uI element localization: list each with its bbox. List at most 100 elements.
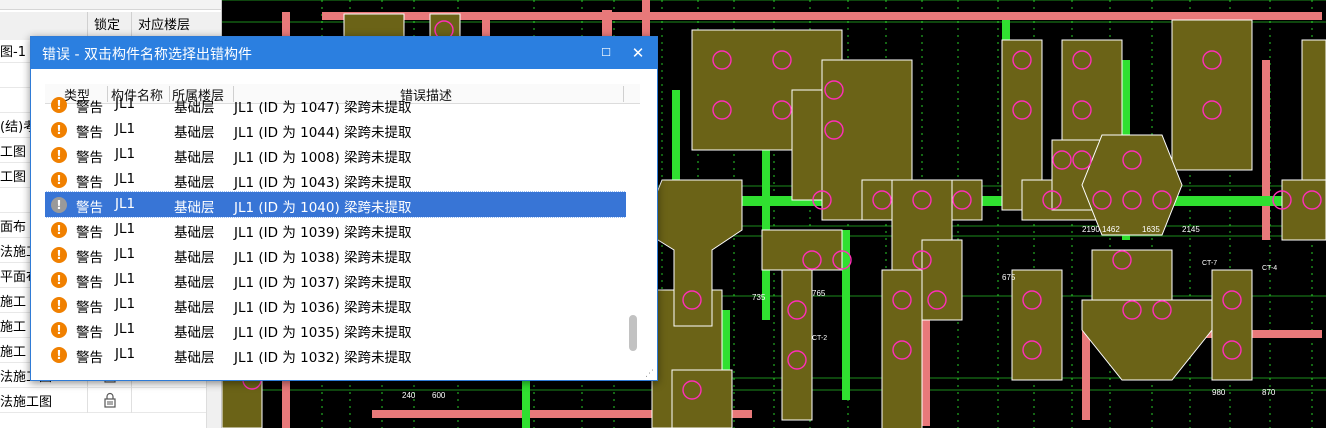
layer-name: 工图 (0, 145, 27, 160)
component-name: JL1 (115, 171, 136, 187)
error-type: 警告 (76, 125, 103, 141)
dialog-title: 错误 - 双击构件名称选择出错构件 (42, 47, 252, 63)
resize-grip[interactable]: ⋰ (645, 369, 655, 379)
error-list[interactable]: 类型 构件名称 所属楼层 错误描述 ! 警告 JL1 基础层 JL1 (ID 为 104… (45, 84, 640, 369)
error-description: JL1 (ID 为 1037) 梁跨未提取 (234, 275, 412, 291)
dimension-label: 1635 (1142, 225, 1160, 234)
footing (1081, 299, 1213, 381)
footing (1081, 134, 1183, 236)
warning-icon: ! (51, 97, 67, 113)
dimension-label: 2190 (1082, 225, 1100, 234)
floor-name: 基础层 (174, 350, 215, 366)
dimension-label: 870 (1262, 388, 1276, 397)
floor-name: 基础层 (174, 225, 215, 241)
error-type: 警告 (76, 175, 103, 191)
error-type: 警告 (76, 275, 103, 291)
error-type: 警告 (76, 200, 103, 216)
warning-icon: ! (51, 322, 67, 338)
error-type: 警告 (76, 250, 103, 266)
floor-name: 基础层 (174, 100, 215, 116)
warning-icon: ! (51, 222, 67, 238)
column-divider (87, 388, 88, 413)
component-name: JL1 (115, 146, 136, 162)
warning-icon: ! (51, 347, 67, 363)
error-row[interactable]: ! 警告 JL1 基础层 JL1 (ID 为 1047) 梁跨未提取 (45, 92, 626, 117)
error-list-scrollbar[interactable] (626, 104, 640, 369)
footing-label: CT-7 (1202, 260, 1217, 267)
footing (761, 229, 843, 271)
footing (791, 89, 823, 201)
error-row[interactable]: ! 警告 JL1 基础层 JL1 (ID 为 1043) 梁跨未提取 (45, 167, 626, 192)
error-row[interactable]: ! 警告 JL1 基础层 JL1 (ID 为 1032) 梁跨未提取 (45, 342, 626, 367)
maximize-button[interactable]: ☐ (595, 42, 617, 64)
warning-icon: ! (51, 147, 67, 163)
column-divider (131, 388, 132, 413)
error-description: JL1 (ID 为 1035) 梁跨未提取 (234, 325, 412, 341)
beam-pink (322, 12, 1322, 20)
error-type: 警告 (76, 300, 103, 316)
floor-name: 基础层 (174, 275, 215, 291)
error-type: 警告 (76, 100, 103, 116)
dialog-title-bar[interactable]: 错误 - 双击构件名称选择出错构件 ☐ ✕ (31, 37, 657, 69)
error-row[interactable]: ! 警告 JL1 基础层 JL1 (ID 为 1044) 梁跨未提取 (45, 117, 626, 142)
dimension-label: 675 (1002, 273, 1016, 282)
warning-icon: ! (51, 297, 67, 313)
error-row[interactable]: ! 警告 JL1 基础层 JL1 (ID 为 1039) 梁跨未提取 (45, 217, 626, 242)
floor-name: 基础层 (174, 175, 215, 191)
layer-name: 施工 (0, 345, 27, 360)
error-description: JL1 (ID 为 1047) 梁跨未提取 (234, 100, 412, 116)
error-dialog: 错误 - 双击构件名称选择出错构件 ☐ ✕ 类型 构件名称 所属楼层 错误描述 … (30, 36, 658, 381)
warning-icon: ! (51, 247, 67, 263)
footing (1171, 19, 1253, 171)
error-row[interactable]: ! 警告 JL1 基础层 JL1 (ID 为 1037) 梁跨未提取 (45, 267, 626, 292)
floor-name: 基础层 (174, 325, 215, 341)
error-description: JL1 (ID 为 1032) 梁跨未提取 (234, 350, 412, 366)
layer-name: 施工 (0, 320, 27, 335)
dimension-label: 980 (1212, 388, 1226, 397)
footing-label: CT-2 (812, 335, 827, 342)
dimension-label: 765 (812, 289, 826, 298)
error-description: JL1 (ID 为 1036) 梁跨未提取 (234, 300, 412, 316)
layer-name: 工图 (0, 170, 27, 185)
footing (1011, 269, 1063, 381)
error-row[interactable]: ! 警告 JL1 基础层 JL1 (ID 为 1008) 梁跨未提取 (45, 142, 626, 167)
layer-name: 法施工图 (0, 395, 53, 410)
error-type: 警告 (76, 325, 103, 341)
dimension-label: 1462 (1102, 225, 1120, 234)
component-name: JL1 (115, 221, 136, 237)
beam-pink (1082, 330, 1090, 420)
dimension-label: 600 (432, 391, 446, 400)
footing (881, 269, 923, 428)
error-row[interactable]: ! 警告 JL1 基础层 JL1 (ID 为 1035) 梁跨未提取 (45, 317, 626, 342)
component-name: JL1 (115, 271, 136, 287)
footing (781, 269, 813, 421)
beam-green (842, 230, 850, 400)
floor-name: 基础层 (174, 250, 215, 266)
error-type: 警告 (76, 150, 103, 166)
layer-name: 施工 (0, 295, 27, 310)
panel-toolbar (0, 0, 221, 10)
floor-name: 基础层 (174, 125, 215, 141)
error-type: 警告 (76, 350, 103, 366)
dimension-label: 240 (402, 391, 416, 400)
error-description: JL1 (ID 为 1008) 梁跨未提取 (234, 150, 412, 166)
layer-name: 面布 (0, 220, 27, 235)
scrollbar-thumb[interactable] (629, 315, 637, 351)
close-button[interactable]: ✕ (627, 42, 649, 64)
component-name: JL1 (115, 321, 136, 337)
error-description: JL1 (ID 为 1039) 梁跨未提取 (234, 225, 412, 241)
error-row[interactable]: ! 警告 JL1 基础层 JL1 (ID 为 1038) 梁跨未提取 (45, 242, 626, 267)
lock-icon[interactable] (102, 392, 118, 408)
floor-name: 基础层 (174, 150, 215, 166)
dimension-label: 735 (752, 293, 766, 302)
error-type: 警告 (76, 225, 103, 241)
dimension-label: 2145 (1182, 225, 1200, 234)
error-row[interactable]: ! 警告 JL1 基础层 JL1 (ID 为 1036) 梁跨未提取 (45, 292, 626, 317)
error-row-selected[interactable]: ! 警告 JL1 基础层 JL1 (ID 为 1040) 梁跨未提取 (45, 191, 627, 218)
warning-icon: ! (51, 272, 67, 288)
component-name: JL1 (115, 246, 136, 262)
footing (671, 369, 733, 428)
component-name: JL1 (115, 121, 136, 137)
layer-row[interactable]: 法施工图 (0, 388, 221, 413)
component-name: JL1 (115, 96, 136, 112)
